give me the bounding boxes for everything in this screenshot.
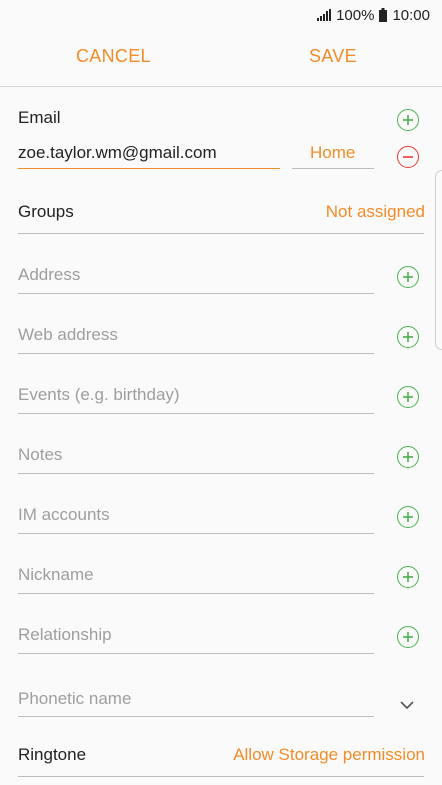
address-underline	[18, 293, 374, 294]
email-field-underline	[18, 168, 280, 169]
battery-percent: 100%	[336, 6, 375, 24]
email-type-underline	[292, 168, 374, 169]
ringtone-label: Ringtone	[18, 745, 87, 764]
groups-value[interactable]: Not assigned	[326, 202, 425, 222]
nickname-field[interactable]: Nickname	[18, 565, 94, 585]
cancel-button[interactable]: CANCEL	[76, 46, 151, 67]
email-type-selector[interactable]: Home	[310, 143, 355, 163]
add-relationship-button[interactable]	[397, 626, 419, 648]
add-email-button[interactable]	[397, 109, 419, 131]
plus-icon	[403, 452, 413, 462]
relationship-underline	[18, 653, 374, 654]
events-field[interactable]: Events (e.g. birthday)	[18, 385, 180, 405]
web-address-field[interactable]: Web address	[18, 325, 118, 345]
plus-icon	[403, 115, 413, 125]
phonetic-name-field[interactable]: Phonetic name	[18, 689, 131, 709]
relationship-field[interactable]: Relationship	[18, 625, 112, 645]
plus-icon	[403, 332, 413, 342]
web-address-underline	[18, 353, 374, 354]
plus-icon	[403, 632, 413, 642]
status-bar: 100% 10:00	[0, 0, 442, 30]
groups-label: Groups	[18, 202, 74, 221]
save-button[interactable]: SAVE	[309, 46, 357, 67]
notes-field[interactable]: Notes	[18, 445, 62, 465]
add-address-button[interactable]	[397, 266, 419, 288]
status-icons: 100% 10:00	[317, 6, 430, 24]
plus-icon	[403, 272, 413, 282]
im-accounts-field[interactable]: IM accounts	[18, 505, 110, 525]
phonetic-name-underline	[18, 716, 374, 717]
address-field[interactable]: Address	[18, 265, 80, 285]
clock: 10:00	[392, 6, 430, 24]
events-underline	[18, 413, 374, 414]
add-web-address-button[interactable]	[397, 326, 419, 348]
plus-icon	[403, 572, 413, 582]
chevron-down-icon[interactable]	[399, 697, 415, 715]
im-accounts-underline	[18, 533, 374, 534]
plus-icon	[403, 392, 413, 402]
groups-underline	[18, 233, 424, 234]
email-field[interactable]: zoe.taylor.wm@gmail.com	[18, 143, 217, 163]
add-nickname-button[interactable]	[397, 566, 419, 588]
add-im-account-button[interactable]	[397, 506, 419, 528]
signal-icon	[317, 9, 332, 21]
add-event-button[interactable]	[397, 386, 419, 408]
battery-icon	[379, 8, 388, 22]
scroll-handle[interactable]	[435, 170, 442, 350]
remove-email-button[interactable]	[397, 146, 419, 168]
email-label: Email	[18, 108, 61, 127]
notes-underline	[18, 473, 374, 474]
minus-icon	[403, 156, 413, 158]
nickname-underline	[18, 593, 374, 594]
ringtone-underline	[18, 776, 424, 777]
add-notes-button[interactable]	[397, 446, 419, 468]
action-bar: CANCEL SAVE	[0, 30, 442, 87]
plus-icon	[403, 512, 413, 522]
ringtone-value[interactable]: Allow Storage permission	[233, 745, 425, 765]
